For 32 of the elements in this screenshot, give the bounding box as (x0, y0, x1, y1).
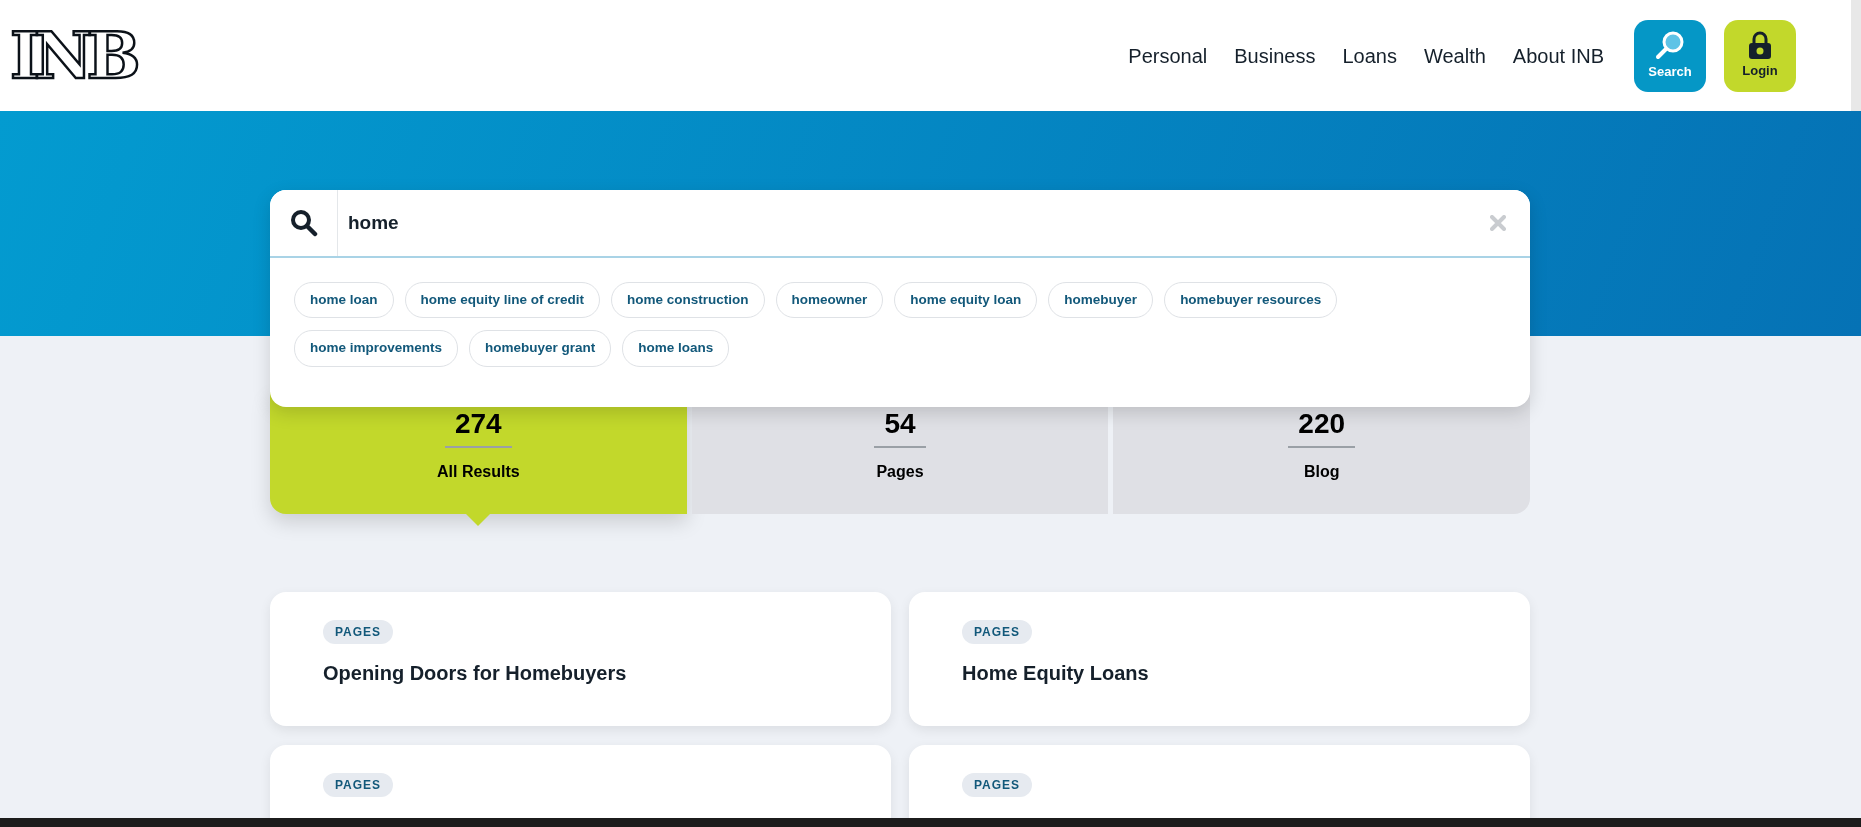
result-card[interactable]: PAGES (909, 744, 1530, 818)
nav-link[interactable]: About INB (1512, 40, 1604, 71)
category-tag: PAGES (323, 772, 394, 797)
category-tag: PAGES (962, 772, 1033, 797)
suggestion-chip[interactable]: homebuyer resources (1164, 282, 1338, 319)
suggestion-chip[interactable]: homeowner (775, 282, 884, 319)
logo[interactable]: INB (10, 23, 135, 88)
suggestion-chip[interactable]: home equity line of credit (404, 282, 601, 319)
suggestion-chip[interactable]: home loans (622, 330, 730, 367)
nav-link[interactable]: Loans (1342, 40, 1397, 71)
search-icon (1655, 29, 1685, 60)
result-card[interactable]: PAGES (270, 744, 891, 818)
nav-link[interactable]: Personal (1128, 40, 1208, 71)
category-tag: PAGES (323, 619, 394, 644)
suggestion-chip[interactable]: homebuyer grant (469, 330, 612, 367)
category-tag: PAGES (962, 619, 1033, 644)
nav-link[interactable]: Wealth (1423, 40, 1486, 71)
padlock-icon (1748, 30, 1772, 59)
tab-pointer (466, 513, 491, 526)
close-icon[interactable] (1490, 215, 1506, 231)
result-card[interactable]: PAGES Home Equity Loans (909, 591, 1530, 726)
result-card[interactable]: PAGES Opening Doors for Homebuyers (270, 591, 891, 726)
suggestion-chip[interactable]: home improvements (294, 330, 459, 367)
result-title[interactable]: Opening Doors for Homebuyers (323, 657, 838, 688)
suggestion-chip[interactable]: home equity loan (894, 282, 1038, 319)
nav-link[interactable]: Business (1234, 40, 1316, 71)
result-title[interactable]: Home Equity Loans (962, 657, 1477, 688)
search-icon (289, 209, 318, 237)
suggestion-chip[interactable]: homebuyer (1048, 282, 1154, 319)
login-button[interactable]: Login (1724, 19, 1796, 92)
suggestion-chip[interactable]: home construction (611, 282, 765, 319)
suggestion-chip[interactable]: home loan (294, 282, 394, 319)
